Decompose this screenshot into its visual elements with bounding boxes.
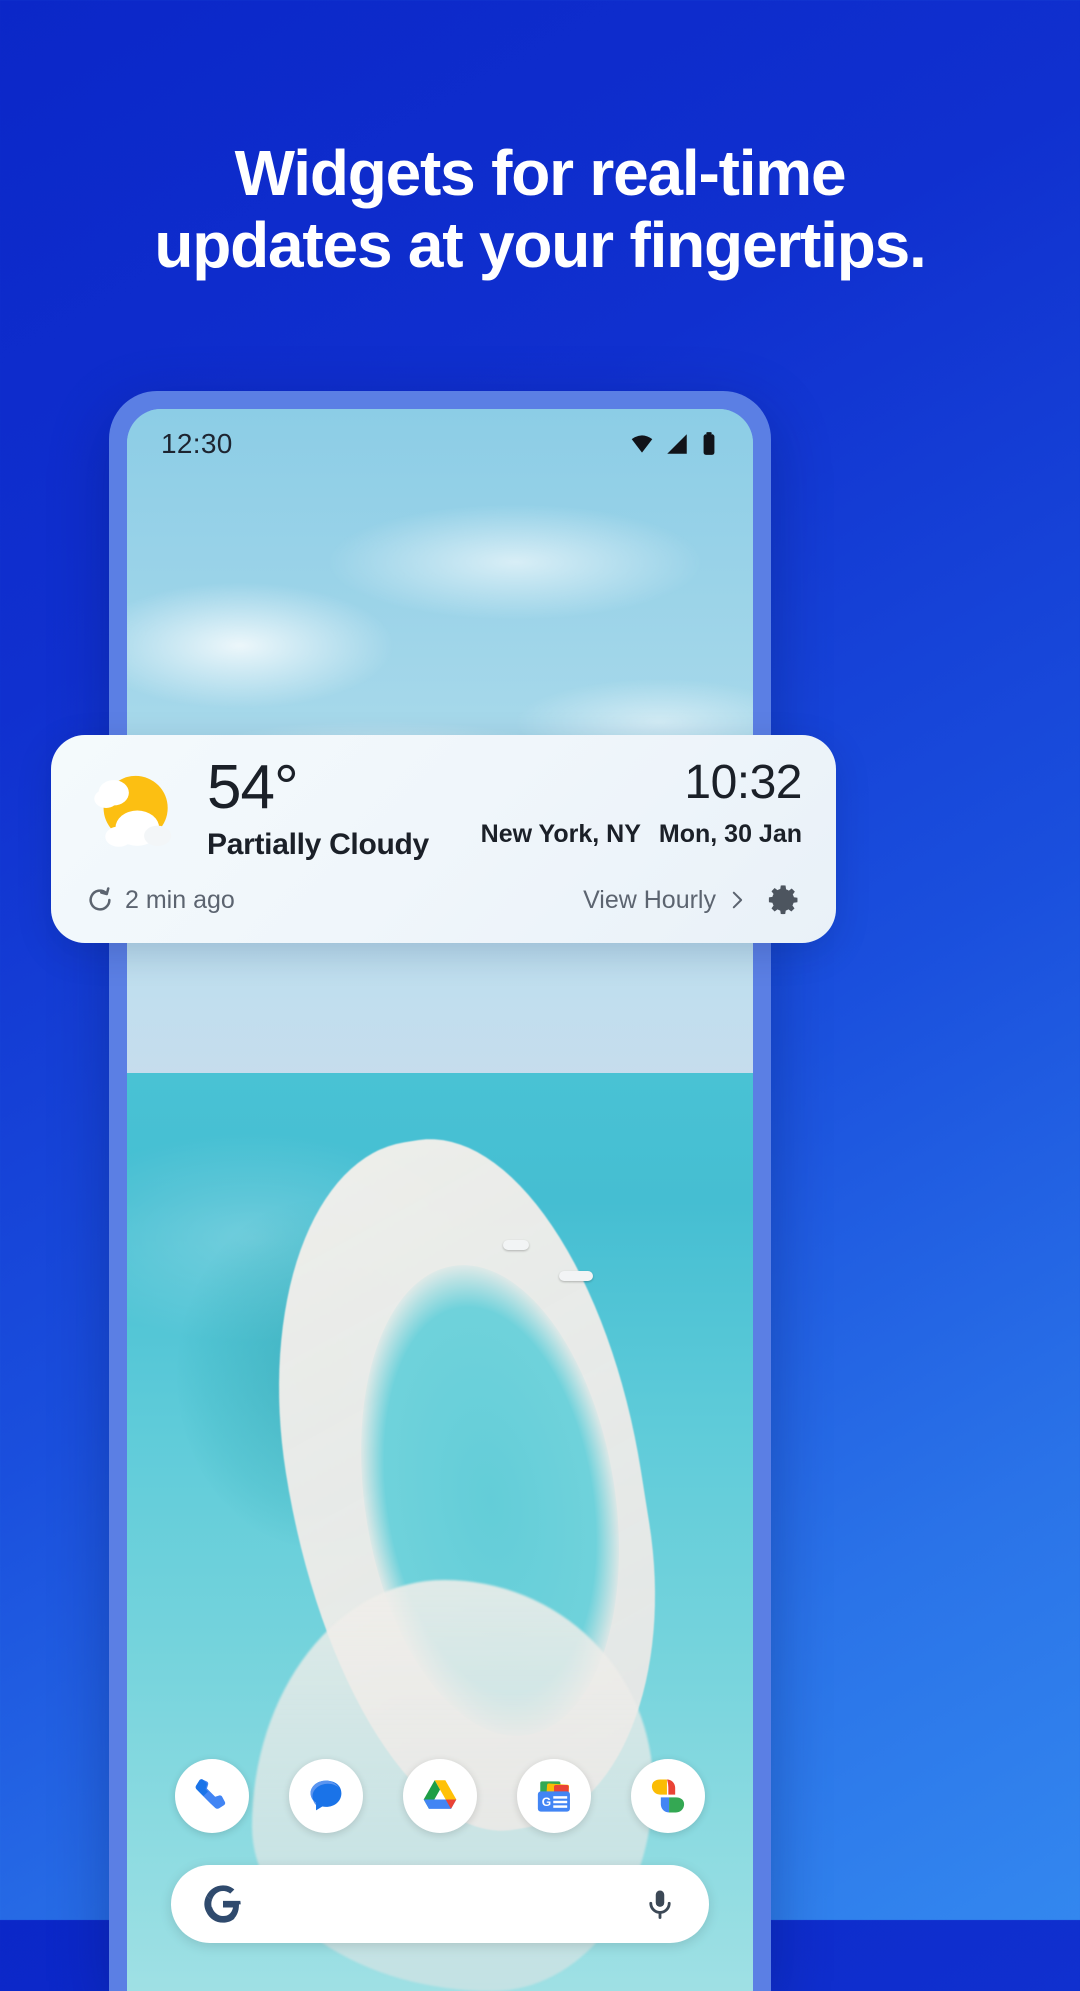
status-bar-clock: 12:30 — [161, 428, 233, 459]
phone-screen: 12:30 G — [127, 409, 753, 1991]
wallpaper — [127, 409, 753, 1991]
chevron-right-icon — [732, 891, 743, 909]
refresh-label: 2 min ago — [125, 885, 235, 914]
weather-condition: Partially Cloudy — [207, 828, 429, 862]
headline-line-1: Widgets for real-time — [234, 137, 847, 209]
drive-icon — [423, 1780, 457, 1809]
weather-date: Mon, 30 Jan — [658, 820, 802, 849]
refresh-icon — [89, 887, 111, 911]
weather-widget[interactable]: 54° Partially Cloudy 10:32 New York, NY … — [51, 735, 836, 943]
battery-icon — [703, 432, 715, 455]
view-hourly-label: View Hourly — [583, 885, 716, 914]
dock-item-news[interactable]: G — [517, 1759, 591, 1833]
dock-item-photos[interactable] — [631, 1759, 705, 1833]
status-bar: 12:30 — [127, 409, 753, 479]
view-hourly-button[interactable]: View Hourly — [583, 886, 748, 915]
status-bar-icons — [629, 431, 719, 457]
headline-line-2: updates at your fingertips. — [154, 208, 926, 281]
widget-clock: 10:32 — [684, 756, 802, 809]
page-title: Widgets for real-time updates at your fi… — [0, 137, 1080, 281]
google-search-bar[interactable] — [171, 1865, 709, 1943]
svg-text:G: G — [542, 1795, 551, 1809]
dock-item-messages[interactable] — [289, 1759, 363, 1833]
temperature-value: 54° — [207, 753, 299, 822]
weather-current: 54° Partially Cloudy — [85, 753, 429, 867]
news-icon: G — [537, 1781, 570, 1812]
weather-text-block: 54° Partially Cloudy — [207, 753, 429, 862]
wifi-icon — [631, 435, 653, 453]
microphone-icon[interactable] — [643, 1887, 677, 1921]
weather-widget-actions: View Hourly — [583, 881, 802, 919]
photos-icon — [651, 1779, 685, 1813]
dock-item-drive[interactable] — [403, 1759, 477, 1833]
weather-widget-top-row: 54° Partially Cloudy 10:32 New York, NY … — [85, 753, 803, 867]
refresh-status[interactable]: 2 min ago — [85, 885, 235, 915]
google-g-icon — [204, 1885, 241, 1923]
sun-behind-cloud-icon — [94, 775, 172, 847]
dock-item-phone[interactable] — [175, 1759, 249, 1833]
weather-widget-bottom-row: 2 min ago View Hourly — [85, 881, 802, 919]
phone-mockup: 12:30 G — [109, 391, 771, 1991]
wallpaper-boat — [558, 1271, 593, 1282]
phone-icon — [195, 1779, 226, 1809]
dock: G — [127, 1759, 753, 1833]
search-input[interactable] — [243, 1888, 643, 1920]
wallpaper-boat — [502, 1239, 529, 1250]
cellular-signal-icon — [667, 434, 687, 454]
gear-icon[interactable] — [764, 881, 802, 919]
widget-meta-row: New York, NY Mon, 30 Jan — [481, 820, 802, 849]
weather-time-block: 10:32 New York, NY Mon, 30 Jan — [481, 756, 803, 849]
messages-icon — [310, 1780, 342, 1811]
weather-location: New York, NY — [480, 820, 641, 849]
